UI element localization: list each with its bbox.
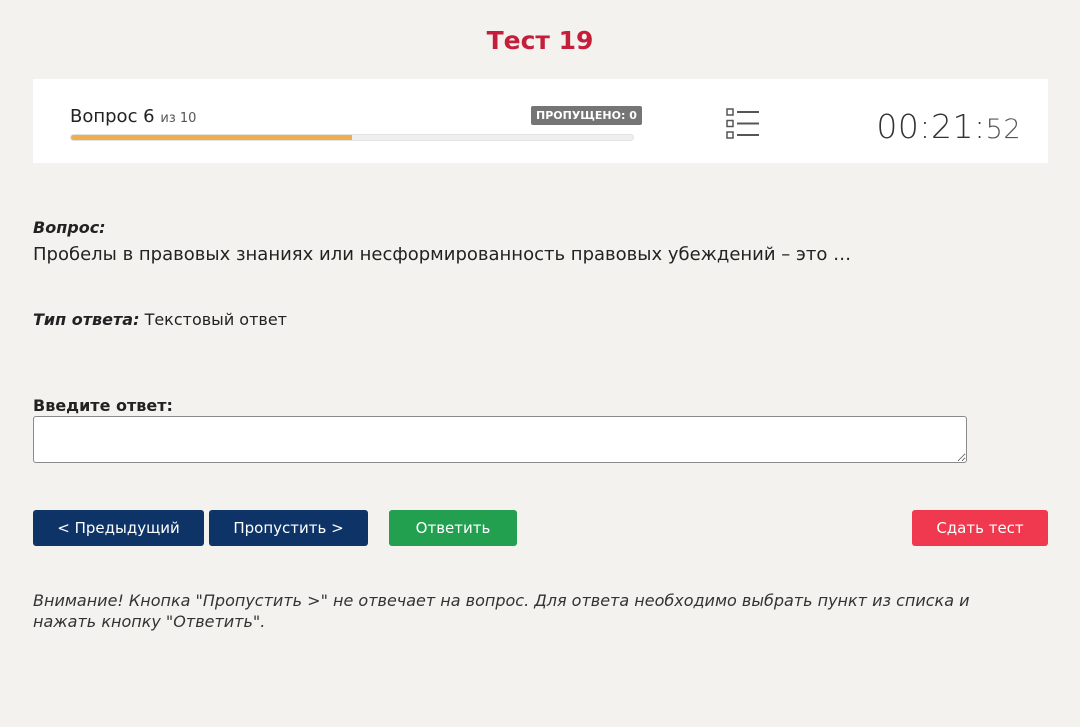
question-text: Пробелы в правовых знаниях или несформир… xyxy=(33,244,852,265)
timer-seconds: 52 xyxy=(985,114,1021,145)
page-title: Тест 19 xyxy=(486,26,594,55)
answer-type-value: Текстовый ответ xyxy=(144,310,287,329)
question-total: из 10 xyxy=(160,111,197,126)
answer-input-label: Введите ответ: xyxy=(33,396,173,415)
answer-type: Тип ответа: Текстовый ответ xyxy=(33,310,287,329)
test-page: Тест 19 Вопрос 6 из 10 ПРОПУЩЕНО: 0 00:2… xyxy=(0,0,1080,727)
skip-button[interactable]: Пропустить > xyxy=(209,510,368,546)
answer-type-label: Тип ответа: xyxy=(33,310,140,329)
finish-test-button[interactable]: Сдать тест xyxy=(912,510,1048,546)
question-number: Вопрос 6 xyxy=(70,106,155,127)
progress-fill xyxy=(71,135,352,140)
timer-main: 00:21: xyxy=(876,107,986,146)
question-label: Вопрос: xyxy=(33,218,106,237)
answer-button[interactable]: Ответить xyxy=(389,510,517,546)
answer-input[interactable] xyxy=(33,416,967,463)
list-icon[interactable] xyxy=(726,108,760,140)
progress-bar xyxy=(70,134,634,141)
skipped-badge: ПРОПУЩЕНО: 0 xyxy=(531,106,642,125)
timer: 00:21:52 xyxy=(876,107,1021,146)
status-bar: Вопрос 6 из 10 ПРОПУЩЕНО: 0 00:21:52 xyxy=(33,79,1048,163)
warning-note: Внимание! Кнопка "Пропустить >" не отвеч… xyxy=(33,591,970,631)
previous-button[interactable]: < Предыдущий xyxy=(33,510,204,546)
question-counter: Вопрос 6 из 10 xyxy=(70,106,196,127)
